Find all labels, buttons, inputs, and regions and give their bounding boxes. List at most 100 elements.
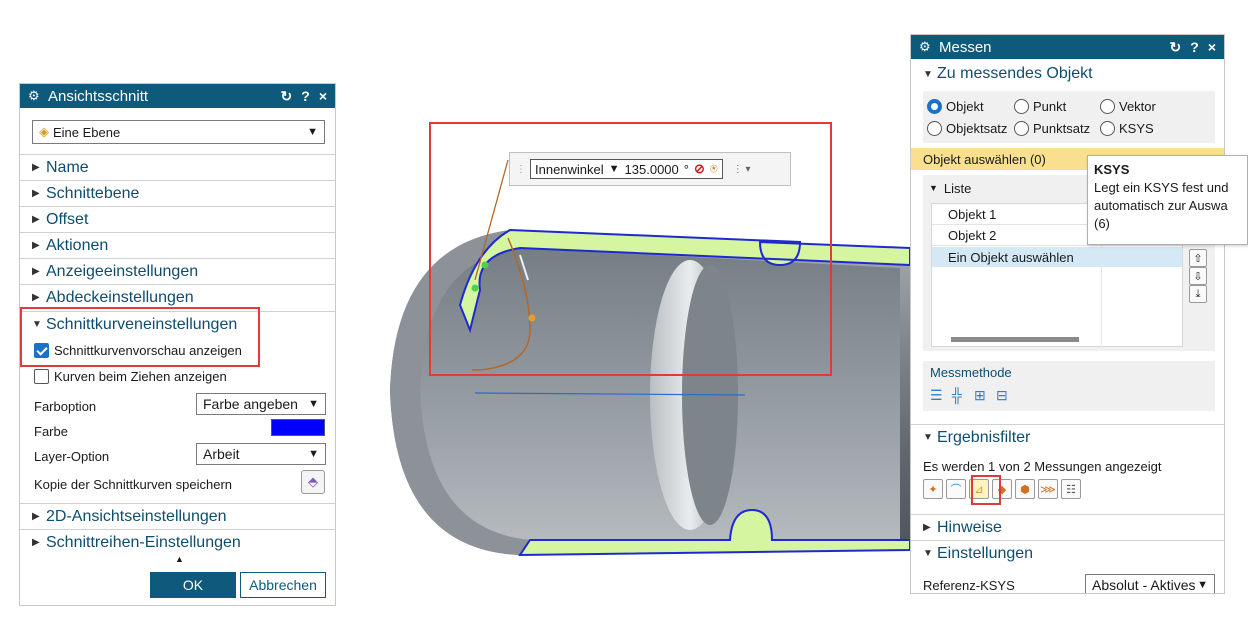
radio-label: KSYS <box>1119 121 1154 136</box>
section-offset[interactable]: ▶ Offset <box>20 206 335 232</box>
ref-ksys-select[interactable]: Absolut - Aktives ▼ <box>1085 574 1215 593</box>
mass-filter-icon[interactable]: ⋙ <box>1038 479 1058 499</box>
volume-filter-icon[interactable]: ⬢ <box>1015 479 1035 499</box>
plane-type-value: Eine Ebene <box>53 124 121 140</box>
radio-label: Vektor <box>1119 99 1156 114</box>
radio-point[interactable]: Punkt <box>1014 99 1104 114</box>
radio-button[interactable] <box>927 121 942 136</box>
radio-vector[interactable]: Vektor <box>1100 99 1190 114</box>
list-header[interactable]: ▼ Liste <box>929 179 1049 197</box>
section-label: Einstellungen <box>937 544 1034 562</box>
section-label: Offset <box>46 210 89 228</box>
cancel-button[interactable]: Abbrechen <box>240 572 326 598</box>
section-series[interactable]: ▶ Schnittreihen-Einstellungen <box>20 529 335 555</box>
expand-down-icon: ▼ <box>923 432 933 443</box>
list-item-label: Objekt 2 <box>948 228 997 243</box>
color-swatch[interactable] <box>271 419 325 436</box>
gear-icon[interactable]: ⚙ <box>919 39 935 55</box>
move-bottom-icon[interactable]: ⤓ <box>1189 285 1207 303</box>
layer-option-select[interactable]: Arbeit ▼ <box>196 443 326 465</box>
radio-point-set[interactable]: Punktsatz <box>1014 121 1104 136</box>
reset-icon[interactable]: ↻ <box>1170 39 1182 56</box>
move-down-icon[interactable]: ⇩ <box>1189 267 1207 285</box>
view-section-titlebar: ⚙ Ansichtsschnitt ↻ ? × <box>20 84 335 108</box>
tooltip-text: automatisch zur Auswa <box>1094 198 1228 213</box>
gear-icon[interactable]: ⚙ <box>28 88 44 104</box>
horizontal-scrollbar[interactable] <box>951 337 1079 342</box>
ksys-tooltip: KSYS Legt ein KSYS fest und automatisch … <box>1087 155 1248 245</box>
chevron-down-icon: ▼ <box>308 398 319 410</box>
drag-handle-icon[interactable]: ⋮ <box>516 164 526 175</box>
section-label: 2D-Ansichtseinstellungen <box>46 507 227 525</box>
radio-button[interactable] <box>1100 99 1115 114</box>
scroll-up-icon[interactable]: ▲ <box>175 554 184 564</box>
radio-button[interactable] <box>1100 121 1115 136</box>
list-item[interactable]: Ein Objekt auswählen <box>932 247 1182 267</box>
section-label: Anzeigeeinstellungen <box>46 262 199 280</box>
distance-method-icon[interactable]: ☰ <box>930 387 943 404</box>
close-icon[interactable]: × <box>319 88 327 105</box>
move-up-icon[interactable]: ⇧ <box>1189 249 1207 267</box>
measure-titlebar: ⚙ Messen ↻ ? × <box>911 35 1224 59</box>
radio-label: Punktsatz <box>1033 121 1091 136</box>
list-filter-icon[interactable]: ☷ <box>1061 479 1081 499</box>
section-label: Name <box>46 158 89 176</box>
angle-widget: ⋮ Innenwinkel ▼ 135.0000 ° ⊘ ⍟ ⋮ ▾ <box>509 152 791 186</box>
angle-input[interactable]: Innenwinkel ▼ 135.0000 ° ⊘ ⍟ <box>530 159 723 179</box>
save-copy-button[interactable]: ⬘ <box>301 470 325 494</box>
highlight-box-preview <box>20 307 260 367</box>
layer-option-label: Layer-Option <box>34 448 110 464</box>
more-options-icon[interactable]: ⋮ ▾ <box>733 164 751 175</box>
reset-icon[interactable]: ↻ <box>281 88 293 105</box>
section-actions[interactable]: ▶ Aktionen <box>20 232 335 258</box>
drag-checkbox-label: Kurven beim Ziehen anzeigen <box>54 369 227 384</box>
radio-ksys[interactable]: KSYS <box>1100 121 1190 136</box>
section-object[interactable]: ▼ Zu messendes Objekt <box>911 61 1224 87</box>
radio-object-set[interactable]: Objektsatz <box>927 121 1027 136</box>
tooltip-title: KSYS <box>1094 162 1130 177</box>
chevron-down-icon[interactable]: ▼ <box>609 163 620 175</box>
color-label: Farbe <box>34 423 68 439</box>
section-hints[interactable]: ▶ Hinweise <box>911 514 1224 540</box>
section-result-filter[interactable]: ▼ Ergebnisfilter <box>911 424 1224 450</box>
angle-value[interactable]: 135.0000 <box>625 162 679 177</box>
color-option-value: Farbe angeben <box>203 396 298 412</box>
section-cut-plane[interactable]: ▶ Schnittebene <box>20 180 335 206</box>
help-icon[interactable]: ? <box>1190 39 1199 56</box>
section-name[interactable]: ▶ Name <box>20 154 335 180</box>
dialog-title: Ansichtsschnitt <box>48 87 149 105</box>
formula-icon[interactable]: ⍟ <box>710 161 718 177</box>
section-label: Abdeckeinstellungen <box>46 288 194 306</box>
lock-off-icon[interactable]: ⊘ <box>694 161 705 177</box>
plane-type-select[interactable]: ◈ Eine Ebene ▼ <box>32 120 325 144</box>
section-label: Schnittebene <box>46 184 140 202</box>
list-label: Liste <box>943 180 972 196</box>
radio-object[interactable]: Objekt <box>927 99 1027 114</box>
distance-filter-icon[interactable]: ✦ <box>923 479 943 499</box>
expand-right-icon: ▶ <box>32 162 40 173</box>
radio-label: Objekt <box>946 99 984 114</box>
curve-copy-icon: ⬘ <box>308 474 318 489</box>
close-icon[interactable]: × <box>1208 39 1216 56</box>
help-icon[interactable]: ? <box>301 88 310 105</box>
section-2d-view[interactable]: ▶ 2D-Ansichtseinstellungen <box>20 503 335 529</box>
radio-button[interactable] <box>927 99 942 114</box>
chevron-down-icon: ▼ <box>308 448 319 460</box>
section-display-settings[interactable]: ▶ Anzeigeeinstellungen <box>20 258 335 284</box>
save-copy-label: Kopie der Schnittkurven speichern <box>34 476 233 492</box>
radio-button[interactable] <box>1014 99 1029 114</box>
length-method-icon[interactable]: ⊟ <box>996 387 1008 404</box>
drag-checkbox-row[interactable]: Kurven beim Ziehen anzeigen <box>34 369 329 384</box>
section-settings[interactable]: ▼ Einstellungen <box>911 540 1224 566</box>
drag-checkbox[interactable] <box>34 369 49 384</box>
angle-label: Innenwinkel <box>535 161 604 177</box>
radio-button[interactable] <box>1014 121 1029 136</box>
color-option-select[interactable]: Farbe angeben ▼ <box>196 393 326 415</box>
ok-button[interactable]: OK <box>150 572 236 598</box>
screen-method-icon[interactable]: ⊞ <box>974 387 986 404</box>
chevron-down-icon: ▼ <box>307 126 318 138</box>
expand-down-icon: ▼ <box>923 68 933 80</box>
projected-method-icon[interactable]: ╬ <box>952 387 962 403</box>
arc-filter-icon[interactable]: ⌒ <box>946 479 966 499</box>
radio-label: Punkt <box>1033 99 1067 114</box>
